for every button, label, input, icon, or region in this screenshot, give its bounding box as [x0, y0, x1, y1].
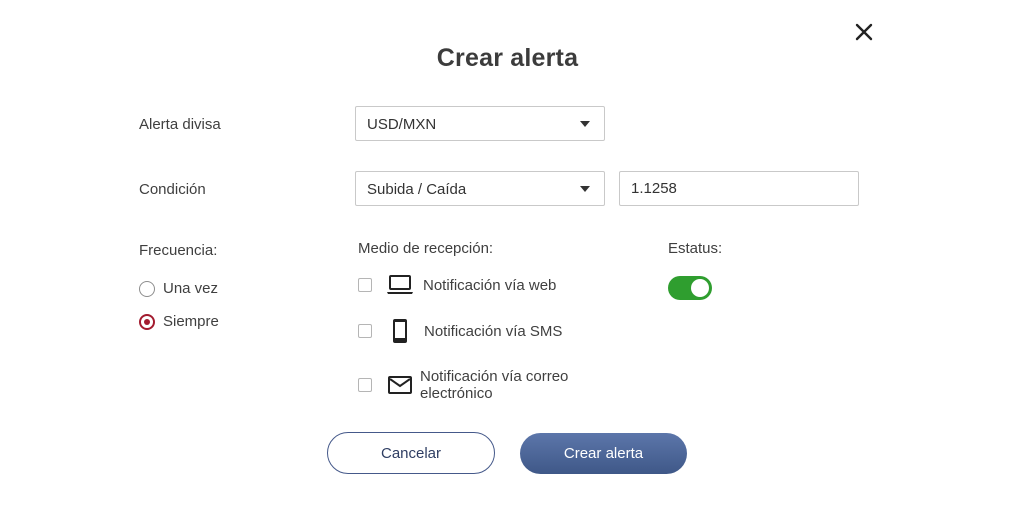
currency-select[interactable]: USD/MXN — [355, 106, 605, 141]
cancel-button[interactable]: Cancelar — [327, 432, 495, 474]
channels-label: Medio de recepción: — [358, 240, 494, 257]
channel-email-checkbox[interactable] — [358, 378, 372, 392]
frequency-label: Frecuencia: — [139, 242, 218, 259]
toggle-knob — [691, 279, 709, 297]
condition-amount-input[interactable] — [619, 171, 859, 206]
frequency-option-once[interactable]: Una vez — [139, 280, 218, 297]
create-alert-dialog: Crear alerta Alerta divisa USD/MXN Condi… — [0, 0, 1015, 509]
channel-email-label: Notificación vía correo electrónico — [420, 368, 569, 402]
phone-icon — [386, 317, 414, 345]
mail-icon — [386, 371, 414, 399]
close-button[interactable] — [852, 20, 876, 44]
condition-select-value: Subida / Caída — [367, 181, 467, 198]
status-toggle[interactable] — [668, 276, 712, 300]
laptop-icon — [386, 271, 414, 299]
currency-label: Alerta divisa — [139, 116, 221, 133]
channel-sms-label: Notificación vía SMS — [424, 322, 563, 340]
radio-always-label: Siempre — [163, 313, 219, 330]
dialog-title: Crear alerta — [436, 44, 579, 72]
radio-once-label: Una vez — [163, 280, 219, 297]
radio-always[interactable] — [139, 313, 155, 330]
status-label: Estatus: — [668, 240, 723, 257]
channel-web-label: Notificación vía web — [423, 276, 557, 294]
close-icon — [855, 23, 873, 41]
currency-select-value: USD/MXN — [367, 116, 437, 133]
channel-web[interactable]: Notificación vía web — [358, 271, 556, 299]
frequency-option-always[interactable]: Siempre — [139, 313, 219, 330]
channel-web-checkbox[interactable] — [358, 278, 372, 292]
radio-once[interactable] — [139, 280, 155, 297]
create-alert-button[interactable]: Crear alerta — [520, 433, 687, 474]
chevron-down-icon — [580, 121, 590, 127]
condition-select[interactable]: Subida / Caída — [355, 171, 605, 206]
channel-email[interactable]: Notificación vía correo electrónico — [358, 368, 608, 402]
chevron-down-icon — [580, 186, 590, 192]
condition-label: Condición — [139, 181, 206, 198]
channel-sms-checkbox[interactable] — [358, 324, 372, 338]
channel-sms[interactable]: Notificación vía SMS — [358, 317, 562, 345]
